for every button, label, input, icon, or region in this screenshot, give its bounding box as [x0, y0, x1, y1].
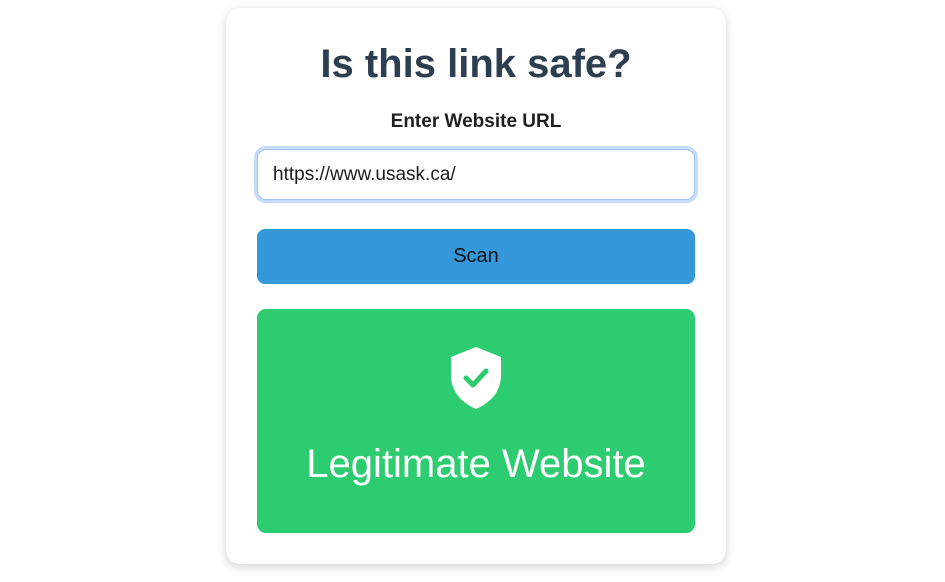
result-panel: Legitimate Website — [257, 309, 695, 533]
url-field-label: Enter Website URL — [390, 111, 562, 132]
shield-check-icon — [451, 347, 501, 409]
scan-button[interactable]: Scan — [257, 229, 695, 284]
scanner-card: Is this link safe? Enter Website URL Sca… — [226, 8, 726, 564]
url-input[interactable] — [257, 149, 695, 200]
page-title: Is this link safe? — [320, 42, 632, 86]
result-text: Legitimate Website — [306, 442, 646, 486]
